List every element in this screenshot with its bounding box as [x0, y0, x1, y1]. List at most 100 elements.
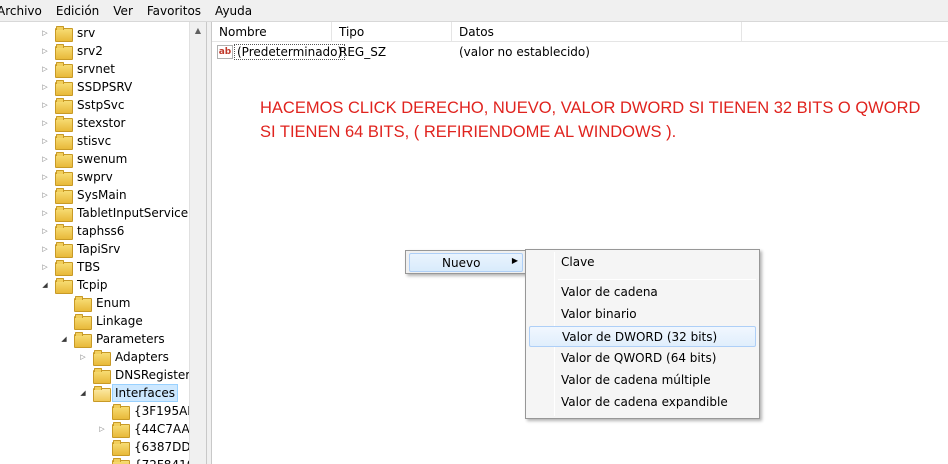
- tree-item[interactable]: ▷ swenum: [40, 150, 129, 168]
- submenu-item-label: Valor de QWORD (64 bits): [561, 351, 717, 365]
- scroll-up-arrow-icon[interactable]: ▲: [190, 22, 206, 39]
- tree-item-label: stisvc: [77, 134, 112, 148]
- tree-item[interactable]: Linkage: [59, 312, 145, 330]
- collapse-arrow-icon[interactable]: ◢: [78, 384, 88, 402]
- folder-icon: [93, 386, 111, 402]
- new-submenu: Clave Valor de cadena Valor binario Valor d…: [525, 249, 760, 419]
- submenu-item[interactable]: Valor binario: [529, 304, 756, 325]
- folder-icon: [55, 242, 73, 258]
- tree-item[interactable]: {72F84101: [97, 456, 204, 464]
- expand-arrow-icon[interactable]: ▷: [40, 258, 50, 276]
- tree-item-label: taphss6: [77, 224, 125, 238]
- tree-item[interactable]: ▷ SSDPSRV: [40, 78, 134, 96]
- folder-icon: [55, 62, 73, 78]
- tree-item-label: srvnet: [77, 62, 115, 76]
- folder-icon: [55, 260, 73, 276]
- column-header-datos[interactable]: Datos: [452, 22, 742, 42]
- expand-arrow-icon[interactable]: ▷: [40, 240, 50, 258]
- tree-item[interactable]: ▷ Adapters: [78, 348, 171, 366]
- folder-icon: [55, 152, 73, 168]
- tree-item-label: SSDPSRV: [77, 80, 133, 94]
- expand-arrow-icon[interactable]: ▷: [78, 348, 88, 366]
- tree-item[interactable]: ▷ TBS: [40, 258, 102, 276]
- collapse-arrow-icon[interactable]: ◢: [40, 276, 50, 294]
- expand-arrow-icon[interactable]: ▷: [40, 114, 50, 132]
- submenu-item[interactable]: Clave: [529, 252, 756, 273]
- submenu-item[interactable]: Valor de cadena: [529, 282, 756, 303]
- tree-item[interactable]: ▷ SstpSvc: [40, 96, 127, 114]
- submenu-item-label: Valor de cadena: [561, 285, 658, 299]
- folder-icon: [55, 98, 73, 114]
- submenu-item-label: Valor binario: [561, 307, 637, 321]
- folder-icon: [112, 458, 130, 464]
- tree-item[interactable]: ▷ swprv: [40, 168, 115, 186]
- tree-item-label: SysMain: [77, 188, 127, 202]
- folder-icon: [74, 332, 92, 348]
- tree-item[interactable]: ◢ Interfaces: [78, 384, 178, 402]
- tree-item[interactable]: DNSRegisterec: [78, 366, 206, 384]
- expand-arrow-icon[interactable]: ▷: [40, 42, 50, 60]
- menu-ayuda[interactable]: Ayuda: [209, 0, 260, 22]
- menu-bar: Archivo Edición Ver Favoritos Ayuda: [0, 0, 948, 22]
- tree-item[interactable]: ▷ stexstor: [40, 114, 127, 132]
- tree-item-label: TapiSrv: [77, 242, 121, 256]
- expand-arrow-icon[interactable]: ▷: [40, 60, 50, 78]
- value-row[interactable]: ab (Predeterminado): [212, 43, 346, 61]
- tree-item-label: swenum: [77, 152, 128, 166]
- menu-ver[interactable]: Ver: [107, 0, 141, 22]
- expand-arrow-icon[interactable]: ▷: [97, 420, 107, 438]
- submenu-item[interactable]: Valor de cadena múltiple: [529, 370, 756, 391]
- menu-favoritos[interactable]: Favoritos: [141, 0, 209, 22]
- column-header-tipo[interactable]: Tipo: [332, 22, 452, 42]
- submenu-item-label: Valor de DWORD (32 bits): [562, 330, 718, 344]
- folder-icon: [55, 116, 73, 132]
- tree-item[interactable]: ▷ srv: [40, 24, 97, 42]
- context-menu: Nuevo ▶: [405, 250, 527, 274]
- tree-item[interactable]: ▷ srvnet: [40, 60, 117, 78]
- submenu-item[interactable]: Valor de cadena expandible: [529, 392, 756, 413]
- tree-item[interactable]: ▷ stisvc: [40, 132, 113, 150]
- tree-item[interactable]: ▷ SysMain: [40, 186, 129, 204]
- expand-arrow-icon[interactable]: ▷: [40, 132, 50, 150]
- menu-archivo[interactable]: Archivo: [0, 0, 50, 22]
- annotation-text: HACEMOS CLICK DERECHO, NUEVO, VALOR DWOR…: [260, 99, 921, 141]
- folder-icon: [74, 296, 92, 312]
- expand-arrow-icon[interactable]: ▷: [40, 168, 50, 186]
- tree-item[interactable]: Enum: [59, 294, 132, 312]
- expand-arrow-icon[interactable]: ▷: [40, 186, 50, 204]
- string-value-icon: ab: [217, 45, 233, 59]
- expand-arrow-icon[interactable]: ▷: [40, 222, 50, 240]
- tree-item-label: TBS: [77, 260, 100, 274]
- column-header-nombre[interactable]: Nombre: [212, 22, 332, 42]
- submenu-item[interactable]: Valor de DWORD (32 bits): [529, 326, 756, 347]
- tree-item[interactable]: ▷ srv2: [40, 42, 105, 60]
- collapse-arrow-icon[interactable]: ◢: [59, 330, 69, 348]
- folder-icon: [55, 278, 73, 294]
- tree-item[interactable]: ▷ TapiSrv: [40, 240, 122, 258]
- folder-icon: [112, 422, 130, 438]
- folder-icon: [112, 440, 130, 456]
- submenu-item[interactable]: Valor de QWORD (64 bits): [529, 348, 756, 369]
- tree-item[interactable]: ▷ TabletInputService: [40, 204, 190, 222]
- expand-arrow-icon[interactable]: ▷: [40, 150, 50, 168]
- tree-item-label: SstpSvc: [77, 98, 125, 112]
- submenu-item-label: Valor de cadena múltiple: [561, 373, 711, 387]
- folder-icon: [112, 404, 130, 420]
- expand-arrow-icon[interactable]: ▷: [40, 204, 50, 222]
- tree-item[interactable]: ◢ Tcpip: [40, 276, 109, 294]
- expand-arrow-icon[interactable]: ▷: [40, 78, 50, 96]
- tree-item-label: Interfaces: [112, 384, 178, 402]
- tree-item[interactable]: ▷ taphss6: [40, 222, 126, 240]
- tree-item[interactable]: ◢ Parameters: [59, 330, 167, 348]
- tree-scrollbar[interactable]: ▲: [189, 22, 206, 464]
- menu-item-nuevo[interactable]: Nuevo ▶: [409, 253, 523, 272]
- tree-item-label: stexstor: [77, 116, 126, 130]
- value-type: REG_SZ: [339, 45, 387, 59]
- tree-item-label: srv2: [77, 44, 103, 58]
- menu-edicion[interactable]: Edición: [50, 0, 107, 22]
- expand-arrow-icon[interactable]: ▷: [40, 96, 50, 114]
- tree-item-label: TabletInputService: [77, 206, 189, 220]
- expand-arrow-icon[interactable]: ▷: [40, 24, 50, 42]
